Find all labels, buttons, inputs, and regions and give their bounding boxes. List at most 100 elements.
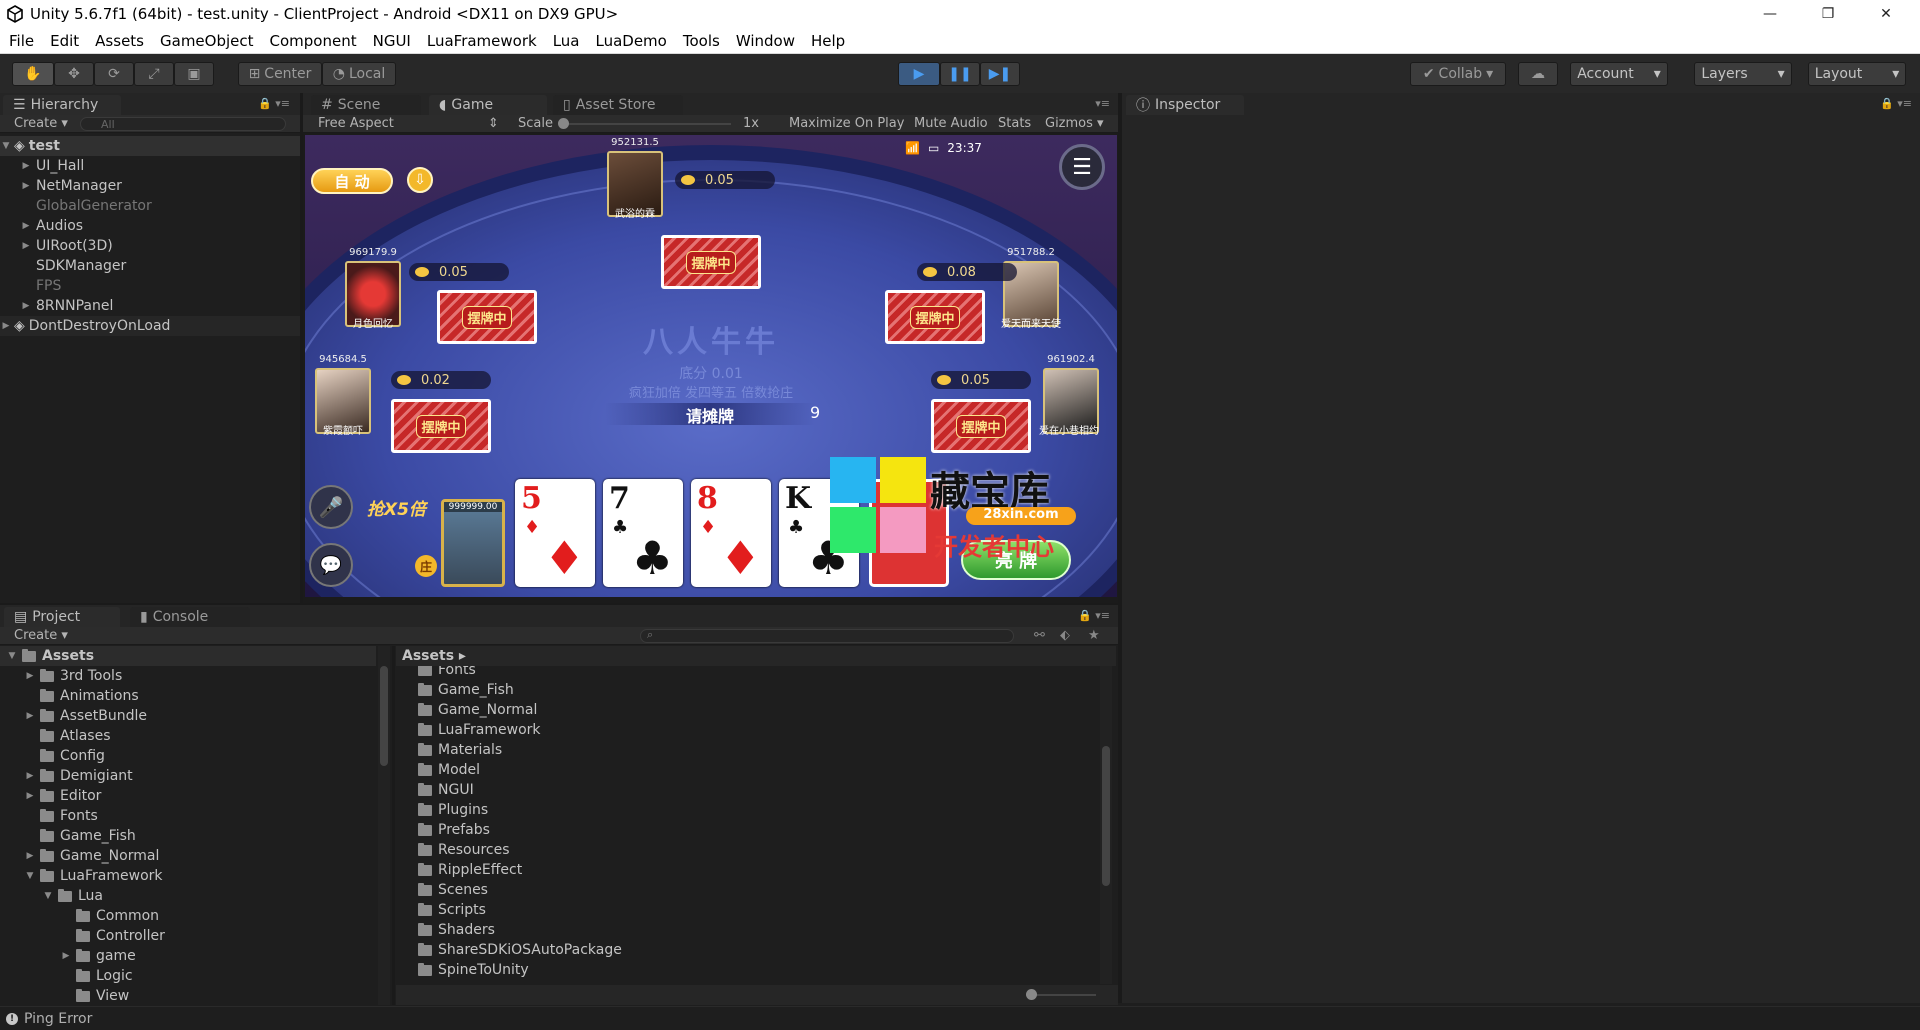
project-tree-item[interactable]: Fonts xyxy=(0,806,376,826)
hierarchy-create-button[interactable]: Create ▾ xyxy=(14,116,68,131)
stats-toggle[interactable]: Stats xyxy=(998,116,1031,131)
asset-list-item[interactable]: Game_Fish xyxy=(396,680,514,700)
project-tree-item[interactable]: Animations xyxy=(0,686,376,706)
expand-closed-icon[interactable]: ▶ xyxy=(20,241,32,251)
expand-open-icon[interactable]: ▼ xyxy=(6,651,18,661)
collab-dropdown[interactable]: ✔ Collab ▾ xyxy=(1410,62,1506,86)
asset-list-item[interactable]: Game_Normal xyxy=(396,700,537,720)
asset-list-item[interactable]: Model xyxy=(396,760,480,780)
menu-luaframework[interactable]: LuaFramework xyxy=(419,32,545,50)
expand-closed-icon[interactable]: ▶ xyxy=(24,671,36,681)
hierarchy-item[interactable]: ▶ Audios xyxy=(0,216,84,236)
tab-asset-store[interactable]: ▯ Asset Store xyxy=(553,95,683,115)
asset-list-item[interactable]: Scenes xyxy=(396,880,488,900)
hierarchy-item[interactable]: ▶ UI_Hall xyxy=(0,156,85,176)
asset-list-item[interactable]: Fonts xyxy=(396,666,476,680)
aspect-dropdown[interactable]: Free Aspect ⇕ xyxy=(318,116,499,131)
tab-hierarchy[interactable]: ☰ Hierarchy xyxy=(3,95,121,115)
close-button[interactable]: ✕ xyxy=(1858,0,1914,28)
project-tree-item[interactable]: Atlases xyxy=(0,726,376,746)
panel-menu-icon[interactable]: 🔒 ▾≡ xyxy=(258,97,290,110)
menu-help[interactable]: Help xyxy=(803,32,853,50)
expand-closed-icon[interactable]: ▶ xyxy=(60,951,72,961)
rect-tool-button[interactable]: ▣ xyxy=(174,62,214,86)
cloud-button[interactable]: ☁ xyxy=(1518,62,1558,86)
account-dropdown[interactable]: Account ▾ xyxy=(1570,62,1668,86)
filter-label-icon[interactable]: ⬖ xyxy=(1060,628,1070,643)
asset-list-item[interactable]: Resources xyxy=(396,840,510,860)
play-button[interactable]: ▶ xyxy=(898,62,940,86)
panel-divider[interactable] xyxy=(392,646,395,1005)
playing-card[interactable]: 8 ♦ ♦ xyxy=(691,479,771,587)
expand-open-icon[interactable]: ▼ xyxy=(42,891,54,901)
menu-component[interactable]: Component xyxy=(262,32,365,50)
menu-edit[interactable]: Edit xyxy=(42,32,87,50)
filter-type-icon[interactable]: ⚯ xyxy=(1034,628,1045,643)
asset-list-item[interactable]: SpineToUnity xyxy=(396,960,529,980)
tab-inspector[interactable]: ⓘ Inspector xyxy=(1126,95,1244,115)
game-view[interactable]: 自 动 ⇩ 📶 ▭ 23:37 ☰ 八人牛牛 底分 0.01 疯狂加倍 发四等五… xyxy=(305,135,1117,597)
chat-button[interactable]: 💬 xyxy=(309,543,353,587)
asset-list-item[interactable]: RippleEffect xyxy=(396,860,522,880)
layout-dropdown[interactable]: Layout ▾ xyxy=(1808,62,1906,86)
asset-list-item[interactable]: Materials xyxy=(396,740,502,760)
hierarchy-item[interactable]: GlobalGenerator xyxy=(0,196,152,216)
expand-closed-icon[interactable]: ▶ xyxy=(20,181,32,191)
project-tree-item[interactable]: ▶ Game_Normal xyxy=(0,846,376,866)
project-tree-item[interactable]: ▶ game xyxy=(0,946,376,966)
zoom-slider[interactable] xyxy=(1026,989,1096,1000)
maximize-on-play-toggle[interactable]: Maximize On Play xyxy=(789,116,904,131)
self-avatar[interactable]: 999999.00 xyxy=(441,499,505,587)
menu-button[interactable]: ☰ xyxy=(1059,144,1105,190)
scrollbar-thumb[interactable] xyxy=(1102,746,1110,886)
project-tree-item[interactable]: ▶ Demigiant xyxy=(0,766,376,786)
project-tree-item[interactable]: Logic xyxy=(0,966,376,986)
expand-open-icon[interactable]: ▼ xyxy=(24,871,36,881)
project-tree-item[interactable]: View xyxy=(0,986,376,1005)
gizmos-dropdown[interactable]: Gizmos ▾ xyxy=(1045,116,1104,131)
project-tree-item[interactable]: ▼ Lua xyxy=(0,886,376,906)
scale-slider[interactable] xyxy=(558,118,731,129)
scene-row[interactable]: ▼ ◈ test xyxy=(0,136,300,156)
step-button[interactable]: ▶❚ xyxy=(980,62,1020,86)
asset-list-item[interactable]: LuaFramework xyxy=(396,720,541,740)
favorite-star-icon[interactable]: ★ xyxy=(1088,628,1100,643)
project-tree-item[interactable]: ▼ Assets xyxy=(0,646,376,666)
project-tree-scrollbar[interactable] xyxy=(378,646,390,1005)
hierarchy-item[interactable]: ▶ UIRoot(3D) xyxy=(0,236,113,256)
project-tree-item[interactable]: ▶ Editor xyxy=(0,786,376,806)
expand-closed-icon[interactable]: ▶ xyxy=(24,771,36,781)
menu-ngui[interactable]: NGUI xyxy=(365,32,419,50)
pivot-center-toggle[interactable]: ⊞ Center xyxy=(238,62,322,86)
project-tree-item[interactable]: Game_Fish xyxy=(0,826,376,846)
project-tree-item[interactable]: Config xyxy=(0,746,376,766)
hierarchy-item[interactable]: ▶ 8RNNPanel xyxy=(0,296,114,316)
menu-assets[interactable]: Assets xyxy=(87,32,152,50)
menu-luademo[interactable]: LuaDemo xyxy=(587,32,674,50)
layers-dropdown[interactable]: Layers ▾ xyxy=(1694,62,1792,86)
maximize-button[interactable]: ❐ xyxy=(1800,0,1856,28)
minimize-button[interactable]: — xyxy=(1742,0,1798,28)
tab-game[interactable]: ◖ Game xyxy=(429,95,547,115)
hierarchy-item[interactable]: FPS xyxy=(0,276,61,296)
playing-card[interactable]: 7 ♣ ♣ xyxy=(603,479,683,587)
expand-closed-icon[interactable]: ▶ xyxy=(20,161,32,171)
project-tree-item[interactable]: ▼ LuaFramework xyxy=(0,866,376,886)
hierarchy-search-input[interactable]: All xyxy=(80,117,286,131)
asset-list-scrollbar[interactable] xyxy=(1100,666,1112,984)
menu-file[interactable]: File xyxy=(0,32,42,50)
asset-list-item[interactable]: Plugins xyxy=(396,800,488,820)
expand-closed-icon[interactable]: ▶ xyxy=(24,851,36,861)
mute-audio-toggle[interactable]: Mute Audio xyxy=(914,116,988,131)
menu-lua[interactable]: Lua xyxy=(545,32,588,50)
download-button[interactable]: ⇩ xyxy=(407,167,433,193)
dontdestroy-row[interactable]: ▶ ◈ DontDestroyOnLoad xyxy=(0,316,300,336)
project-search-input[interactable]: ⌕ xyxy=(640,628,1014,643)
voice-button[interactable]: 🎤 xyxy=(309,485,353,529)
menu-tools[interactable]: Tools xyxy=(675,32,728,50)
expand-closed-icon[interactable]: ▶ xyxy=(24,791,36,801)
project-create-button[interactable]: Create ▾ xyxy=(14,628,68,643)
asset-list-item[interactable]: Prefabs xyxy=(396,820,490,840)
asset-list-item[interactable]: Shaders xyxy=(396,920,495,940)
scale-tool-button[interactable]: ⤢ xyxy=(134,62,174,86)
